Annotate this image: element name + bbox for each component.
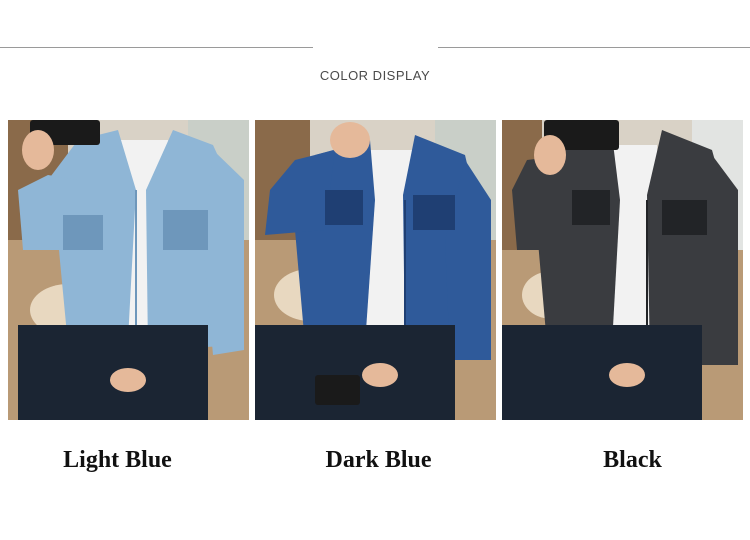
variant-label-black: Black bbox=[603, 447, 662, 473]
jacket-photo-dark-blue bbox=[255, 120, 496, 420]
product-photo-black[interactable] bbox=[502, 120, 743, 420]
page-title: COLOR DISPLAY bbox=[319, 68, 431, 83]
variant-label-light-blue: Light Blue bbox=[63, 447, 172, 473]
header-divider-right bbox=[438, 47, 750, 48]
variant-label-dark-blue: Dark Blue bbox=[325, 447, 432, 473]
header-divider-left bbox=[0, 47, 313, 48]
jacket-photo-black bbox=[502, 120, 743, 420]
product-photo-dark-blue[interactable] bbox=[255, 120, 496, 420]
product-photo-light-blue[interactable] bbox=[8, 120, 249, 420]
jacket-photo-light-blue bbox=[8, 120, 249, 420]
